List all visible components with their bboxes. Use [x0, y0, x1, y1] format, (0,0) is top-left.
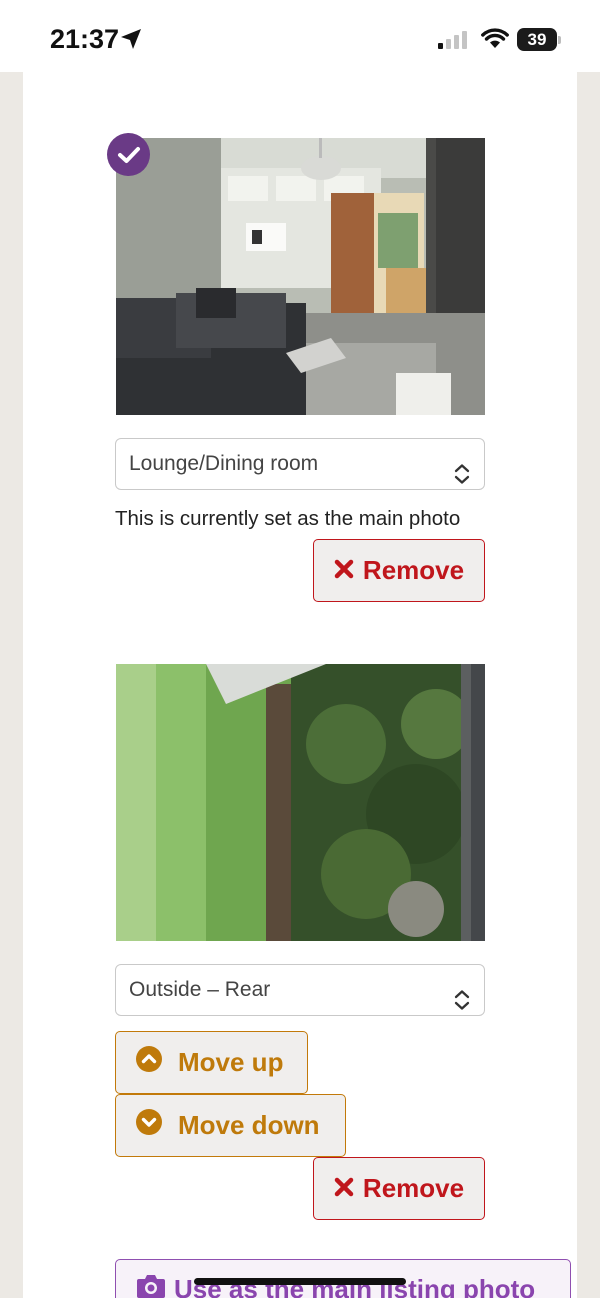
remove-button-2-label: Remove	[362, 1173, 465, 1203]
chevron-up-down-icon	[453, 454, 471, 503]
signal-icon	[438, 30, 468, 55]
move-down-button[interactable]: Move down	[115, 1094, 346, 1157]
room-select-1[interactable]: Lounge/Dining room	[115, 438, 485, 490]
close-icon	[334, 555, 354, 586]
close-icon	[334, 1173, 354, 1204]
battery-cap	[558, 36, 561, 44]
move-up-label: Move up	[178, 1047, 284, 1077]
wifi-icon	[481, 27, 509, 54]
chevron-up-circle-icon	[136, 1046, 162, 1079]
chevron-up-down-icon	[453, 980, 471, 1029]
main-photo-note: This is currently set as the main photo	[115, 507, 461, 530]
remove-button-1[interactable]: Remove	[313, 539, 485, 602]
status-bar: 21:37 39	[0, 0, 600, 72]
room-select-2-value: Outside – Rear	[129, 978, 271, 1001]
battery-icon: 39	[517, 28, 557, 51]
room-select-2[interactable]: Outside – Rear	[115, 964, 485, 1016]
main-photo-check-icon	[107, 133, 150, 176]
camera-icon	[136, 1273, 166, 1298]
move-up-button[interactable]: Move up	[115, 1031, 308, 1094]
location-arrow-icon	[119, 27, 143, 56]
move-down-label: Move down	[178, 1110, 320, 1140]
photo-thumbnail-garden[interactable]	[116, 664, 485, 941]
room-select-1-value: Lounge/Dining room	[129, 452, 319, 475]
remove-button-2[interactable]: Remove	[313, 1157, 485, 1220]
home-indicator	[194, 1278, 406, 1285]
status-time: 21:37	[50, 24, 120, 54]
remove-button-1-label: Remove	[362, 555, 465, 585]
photo-thumbnail-lounge[interactable]	[116, 138, 485, 415]
chevron-down-circle-icon	[136, 1109, 162, 1142]
